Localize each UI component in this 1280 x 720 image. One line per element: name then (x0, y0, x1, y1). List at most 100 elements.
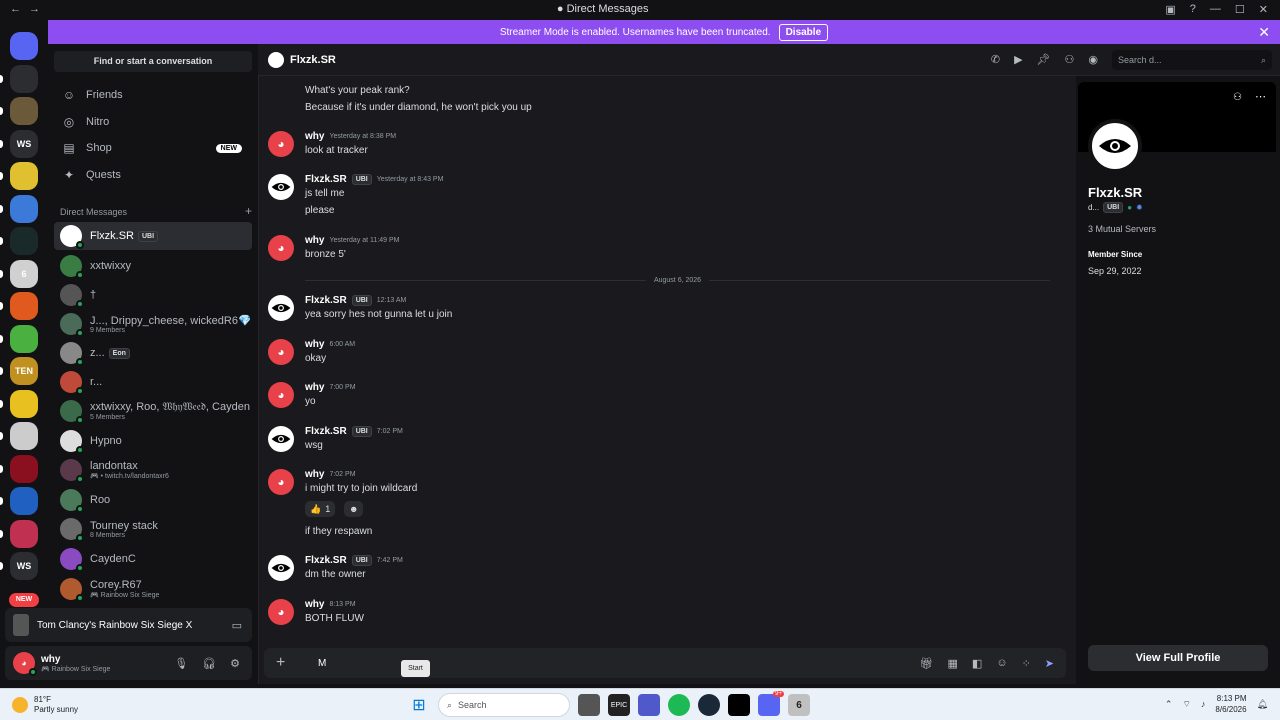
message-author[interactable]: why (305, 382, 324, 393)
pin-icon[interactable]: 📌︎ (1037, 53, 1051, 66)
message-author[interactable]: why (305, 469, 324, 480)
dm-item[interactable]: Corey.R67 🎮 Rainbow Six Siege (54, 575, 252, 603)
server-icon[interactable] (10, 97, 38, 125)
reaction[interactable]: 👍 1 (305, 501, 336, 517)
back-arrow-icon[interactable]: ← (10, 3, 21, 15)
file-explorer-icon[interactable] (578, 694, 600, 716)
profile-avatar[interactable] (1088, 119, 1142, 173)
r6-icon[interactable]: 6 (788, 694, 810, 716)
server-icon[interactable]: WS (10, 552, 38, 580)
server-icon[interactable] (10, 422, 38, 450)
dm-item[interactable]: Roo (54, 486, 252, 514)
epic-games-icon[interactable]: EPIC (608, 694, 630, 716)
avatar[interactable] (268, 295, 294, 321)
disable-button[interactable]: Disable (778, 23, 829, 41)
dm-item[interactable]: J..., Drippy_cheese, wickedR6💎... 9 Membe… (54, 310, 252, 338)
call-icon[interactable]: ✆ (991, 53, 1000, 66)
avatar[interactable]: ◕ (268, 469, 294, 495)
steam-icon[interactable] (698, 694, 720, 716)
avatar[interactable] (268, 174, 294, 200)
server-icon[interactable] (10, 454, 38, 483)
message-author[interactable]: why (305, 235, 324, 246)
dm-item[interactable]: Hypno (54, 427, 252, 455)
close-window-button[interactable]: ✕ (1259, 3, 1268, 16)
teams-icon[interactable] (638, 694, 660, 716)
server-icon[interactable] (10, 292, 38, 320)
screen-share-icon[interactable]: ▭ (232, 619, 242, 632)
server-icon[interactable] (10, 487, 38, 515)
headphones-icon[interactable]: 🎧︎ (202, 657, 216, 670)
add-friend-icon[interactable]: ⚇ (1233, 92, 1242, 103)
maximize-button[interactable]: ☐ (1235, 3, 1245, 16)
server-icon[interactable] (10, 194, 38, 223)
sidebar-item-friends[interactable]: ☺ Friends (54, 83, 252, 107)
search-input[interactable]: Search d... ⌕ (1112, 49, 1272, 70)
inbox-icon[interactable]: ▣ (1165, 3, 1175, 16)
gift-icon[interactable]: 🎁︎ (920, 657, 934, 670)
avatar[interactable] (268, 555, 294, 581)
dm-item[interactable]: landontax 🎮 • twitch.tv/landontaxr6 (54, 456, 252, 484)
video-icon[interactable]: ▶ (1014, 53, 1022, 66)
view-full-profile-button[interactable]: View Full Profile (1088, 645, 1268, 671)
server-icon[interactable]: TEN (10, 357, 38, 385)
more-icon[interactable]: ⋯ (1255, 90, 1266, 103)
now-playing-bar[interactable]: Tom Clancy's Rainbow Six Siege X ▭ (5, 608, 252, 642)
dm-item[interactable]: xxtwixxy (54, 252, 252, 280)
emoji-icon[interactable]: ☺ (996, 657, 1007, 670)
avatar[interactable]: ◕ (268, 235, 294, 261)
help-icon[interactable]: ? (1190, 3, 1196, 15)
notifications-icon[interactable]: 🔔︎ (1257, 699, 1268, 710)
message-author[interactable]: Flxzk.SR (305, 174, 347, 185)
gif-icon[interactable]: ▦ (948, 657, 958, 670)
windows-start-icon[interactable]: ⊞ (408, 694, 430, 716)
server-icon[interactable]: 6 (10, 259, 38, 288)
dm-item[interactable]: r... (54, 368, 252, 396)
discord-taskbar-icon[interactable]: 9+ (758, 691, 784, 716)
sidebar-item-quests[interactable]: ✦ Quests (54, 163, 252, 187)
add-friends-icon[interactable]: ⚇ (1065, 53, 1075, 66)
spotify-icon[interactable] (668, 694, 690, 716)
sidebar-item-shop[interactable]: ▤ Shop NEW (54, 136, 252, 160)
avatar[interactable] (268, 426, 294, 452)
dm-item[interactable]: Flxzk.SR UBI (54, 222, 252, 250)
avatar[interactable]: ◕ (268, 382, 294, 408)
server-icon[interactable] (10, 227, 38, 255)
create-dm-icon[interactable]: + (245, 205, 252, 217)
server-icon[interactable] (10, 64, 38, 93)
avatar[interactable]: ◕ (268, 339, 294, 365)
avatar[interactable]: ◕ (13, 652, 37, 676)
dm-item[interactable]: CaydenC (54, 545, 252, 573)
message-author[interactable]: why (305, 339, 324, 350)
clock[interactable]: 8:13 PM 8/6/2026 (1215, 693, 1246, 715)
dm-item[interactable]: † (54, 281, 252, 309)
message-composer[interactable]: + M 🎁︎ ▦ ◧ ☺ ⁘ ➤ (264, 648, 1066, 678)
server-icon[interactable] (10, 324, 38, 353)
find-conversation-button[interactable]: Find or start a conversation (54, 51, 252, 72)
sticker-icon[interactable]: ◧ (972, 657, 982, 670)
dm-item[interactable]: xxtwixxy, Roo, 𝔚𝔥𝔶𝔚𝔢𝔢𝔡, CaydenC 5 Members (54, 397, 252, 425)
microphone-icon[interactable]: 🎙︎ (174, 657, 188, 670)
send-icon[interactable]: ➤ (1045, 657, 1054, 670)
server-icon[interactable]: WS (10, 129, 38, 158)
message-author[interactable]: Flxzk.SR (305, 295, 347, 306)
server-icon[interactable] (10, 32, 38, 60)
gear-icon[interactable]: ⚙ (230, 657, 240, 670)
taskbar-search[interactable]: ⌕ Search (438, 693, 570, 717)
mutual-servers[interactable]: 3 Mutual Servers (1088, 224, 1156, 234)
message-author[interactable]: Flxzk.SR (305, 555, 347, 566)
minimize-button[interactable]: — (1210, 3, 1221, 15)
message-author[interactable]: Flxzk.SR (305, 426, 347, 437)
server-icon[interactable] (10, 519, 38, 548)
add-reaction-button[interactable]: ☻ (344, 501, 364, 517)
message-author[interactable]: why (305, 599, 324, 610)
add-attachment-icon[interactable]: + (276, 654, 296, 672)
server-icon[interactable] (10, 162, 38, 190)
network-icon[interactable]: ⌔ (1182, 699, 1190, 710)
server-icon[interactable]: NEW (9, 592, 39, 607)
volume-icon[interactable]: ♪ (1201, 699, 1206, 709)
apps-icon[interactable]: ⁘ (1022, 657, 1031, 670)
server-icon[interactable] (10, 389, 38, 418)
sidebar-item-nitro[interactable]: ◎ Nitro (54, 110, 252, 134)
dm-item[interactable]: Tourney stack 8 Members (54, 515, 252, 543)
terminal-icon[interactable] (728, 694, 750, 716)
